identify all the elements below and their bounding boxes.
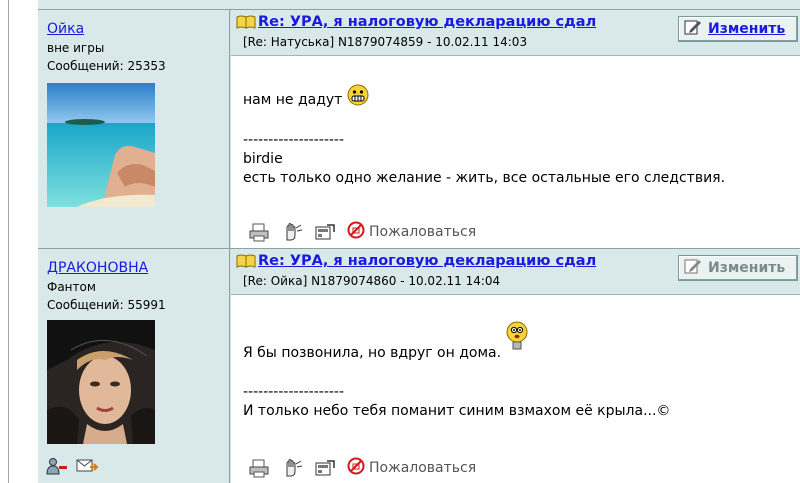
book-icon bbox=[236, 254, 256, 272]
remove-user-icon[interactable] bbox=[46, 457, 68, 479]
forward-icon[interactable] bbox=[314, 458, 336, 478]
avatar-beach-feet bbox=[47, 83, 155, 207]
no-entry-icon bbox=[347, 457, 365, 479]
forum-post: Ойка вне игры Сообщений: 25353 Re: УРА, … bbox=[38, 10, 800, 248]
print-icon[interactable] bbox=[248, 458, 270, 478]
signature-line: birdie bbox=[243, 151, 283, 167]
edit-button[interactable]: Изменить bbox=[678, 16, 798, 42]
author-name-link[interactable]: Ойка bbox=[47, 20, 229, 38]
author-status: вне игры bbox=[47, 41, 105, 55]
post-header: Re: УРА, я налоговую декларацию сдал [Re… bbox=[231, 10, 800, 56]
no-entry-icon bbox=[347, 221, 365, 243]
report-label: Пожаловаться bbox=[369, 224, 477, 240]
edit-icon bbox=[684, 19, 702, 39]
edit-button-label: Изменить bbox=[708, 260, 786, 276]
book-icon bbox=[236, 15, 256, 33]
author-panel: Ойка вне игры Сообщений: 25353 bbox=[38, 10, 230, 248]
post-actions: Пожаловаться bbox=[248, 221, 476, 243]
author-status: Фантом bbox=[47, 280, 96, 294]
report-label: Пожаловаться bbox=[369, 460, 477, 476]
send-message-icon[interactable] bbox=[76, 457, 100, 479]
print-icon[interactable] bbox=[248, 222, 270, 242]
post-text: нам не дадут bbox=[243, 92, 343, 108]
user-actions bbox=[46, 457, 100, 479]
grin-smiley-icon bbox=[347, 84, 369, 112]
author-message-count: Сообщений: 25353 bbox=[47, 59, 166, 73]
forum-post: ДРАКОНОВНА Фантом Сообщений: 55991 Re: У… bbox=[38, 249, 800, 483]
report-link[interactable]: Пожаловаться bbox=[347, 221, 476, 243]
signature-divider: -------------------- bbox=[243, 384, 345, 400]
post-actions: Пожаловаться bbox=[248, 457, 476, 479]
edit-button-label: Изменить bbox=[708, 21, 786, 37]
author-panel: ДРАКОНОВНА Фантом Сообщений: 55991 bbox=[38, 249, 230, 483]
report-link[interactable]: Пожаловаться bbox=[347, 457, 476, 479]
signature-line: И только небо тебя поманит синим взмахом… bbox=[243, 403, 671, 419]
post-title-link[interactable]: Re: УРА, я налоговую декларацию сдал bbox=[258, 253, 596, 269]
lightbulb-smiley-icon bbox=[506, 321, 528, 357]
post-body: Я бы позвонила, но вдруг он дома. ------… bbox=[243, 321, 792, 421]
post-title-link[interactable]: Re: УРА, я налоговую декларацию сдал bbox=[258, 14, 596, 30]
signature-divider: -------------------- bbox=[243, 132, 345, 148]
post-header: Re: УРА, я налоговую декларацию сдал [Re… bbox=[231, 249, 800, 295]
post-meta: [Re: Натуська] N1879074859 - 10.02.11 14… bbox=[243, 35, 528, 49]
forward-icon[interactable] bbox=[314, 222, 336, 242]
post-content: Re: УРА, я налоговую декларацию сдал [Re… bbox=[231, 10, 800, 248]
author-message-count: Сообщений: 55991 bbox=[47, 298, 166, 312]
post-text: Я бы позвонила, но вдруг он дома. bbox=[243, 345, 502, 361]
edit-button[interactable]: Изменить bbox=[678, 255, 798, 281]
post-body: нам не дадут -------------------- birdie… bbox=[243, 84, 792, 188]
author-name-link[interactable]: ДРАКОНОВНА bbox=[47, 259, 229, 277]
post-content: Re: УРА, я налоговую декларацию сдал [Re… bbox=[231, 249, 800, 483]
reply-hand-icon[interactable] bbox=[281, 222, 303, 242]
post-meta: [Re: Ойка] N1879074860 - 10.02.11 14:04 bbox=[243, 274, 501, 288]
avatar-woman-portrait bbox=[47, 320, 155, 444]
left-gutter bbox=[0, 0, 9, 483]
edit-icon bbox=[684, 258, 702, 278]
signature-line: есть только одно желание - жить, все ост… bbox=[243, 170, 726, 186]
reply-hand-icon[interactable] bbox=[281, 458, 303, 478]
